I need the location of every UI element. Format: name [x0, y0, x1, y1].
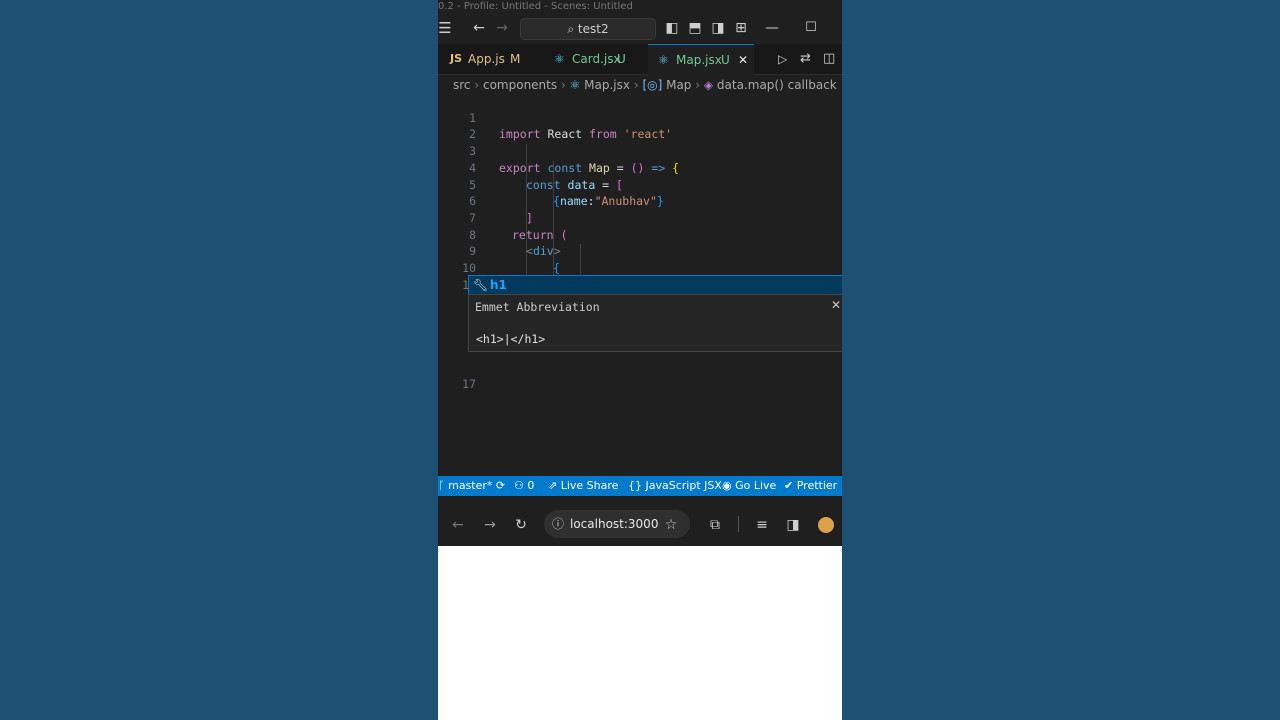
- suggestion-label: h1: [490, 278, 507, 292]
- react-file-icon: ⚛: [554, 52, 565, 66]
- chevron-right-icon: ›: [695, 78, 704, 92]
- breadcrumb-symbol[interactable]: Map: [666, 78, 691, 92]
- go-live-button[interactable]: ◉ Go Live: [722, 476, 776, 496]
- menu-icon[interactable]: ☰: [438, 14, 456, 42]
- code-line: 9 {: [438, 227, 842, 275]
- code-line: 10 data.map((user)=>{: [438, 243, 842, 293]
- toggle-panel-icon[interactable]: ⬒: [684, 14, 706, 42]
- status-bar: ᚴ master* ⟳ ⚇ 0 ⇗ Live Share {} JavaScri…: [438, 476, 842, 496]
- reading-list-icon[interactable]: ≡: [752, 500, 772, 550]
- live-share-icon: ⇗: [548, 479, 561, 492]
- maximize-icon[interactable]: ☐: [800, 14, 822, 42]
- broadcast-icon: ◉: [722, 479, 736, 492]
- side-panel-icon[interactable]: ◨: [783, 500, 803, 550]
- live-share-label: Live Share: [560, 479, 619, 492]
- method-symbol-icon: ◈: [703, 78, 717, 92]
- double-check-icon: ✔: [784, 479, 797, 492]
- wrench-icon: 🔧︎: [473, 278, 489, 292]
- chevron-right-icon: ›: [474, 78, 483, 92]
- bookmark-star-icon[interactable]: ☆: [661, 500, 681, 550]
- search-icon: ⌕: [567, 22, 578, 36]
- window-caption: 0.2 - Profile: Untitled - Scenes: Untitl…: [438, 1, 633, 12]
- back-arrow-icon[interactable]: ←: [448, 500, 468, 550]
- ports-indicator[interactable]: ⚇ 0: [514, 476, 534, 496]
- code-line: 4 const data = [: [438, 143, 842, 192]
- code-line: 1 import React from 'react': [438, 93, 842, 142]
- prettier-label: Prettier: [796, 479, 838, 492]
- background-left: [0, 0, 438, 720]
- toolbar-divider: [738, 516, 739, 532]
- command-center-search[interactable]: ⌕ test2: [520, 18, 656, 40]
- screen-capture: 0.2 - Profile: Untitled - Scenes: Untitl…: [438, 0, 842, 720]
- url-text: localhost:3000: [570, 517, 659, 531]
- browser-toolbar: ← → ↻ ⓘ localhost:3000 ☆ ⧉ ≡ ◨: [438, 500, 842, 546]
- code-line: 3 export const Map = () => {: [438, 126, 842, 175]
- git-status-badge: M: [510, 52, 521, 66]
- suggestion-item[interactable]: 🔧︎ h1: [468, 275, 842, 295]
- avatar[interactable]: [818, 517, 834, 533]
- breadcrumb-callback[interactable]: data.map() callback: [717, 78, 837, 92]
- branch-icon: ᚴ: [438, 479, 449, 492]
- language-mode[interactable]: {} JavaScript JSX: [628, 476, 722, 496]
- open-changes-icon[interactable]: ⇄: [800, 44, 811, 74]
- reload-icon[interactable]: ↻: [511, 500, 531, 550]
- code-line: 6 ]: [438, 177, 842, 225]
- git-status-badge: U: [617, 52, 626, 66]
- breadcrumb: src › components › ⚛ Map.jsx › [◎] Map ›…: [438, 76, 842, 94]
- browser-page-content: [438, 546, 842, 720]
- background-right: [842, 0, 1280, 720]
- forward-arrow-icon[interactable]: →: [491, 14, 513, 42]
- javascript-file-icon: JS: [450, 52, 463, 65]
- toggle-secondary-sidebar-icon[interactable]: ◨: [707, 14, 729, 42]
- react-file-icon: ⚛: [569, 78, 585, 92]
- titlebar: ☰ ← → ⌕ test2 ◧ ⬒ ◨ ⊞ — ☐: [438, 14, 842, 42]
- minimize-icon[interactable]: —: [761, 14, 783, 42]
- prettier-status[interactable]: ✔ Prettier: [784, 476, 837, 496]
- tab-card-jsx[interactable]: ⚛ Card.jsx U: [542, 44, 648, 74]
- breadcrumb-file[interactable]: Map.jsx: [584, 78, 630, 92]
- line-number: 17: [462, 376, 476, 391]
- details-preview: <h1>|</h1>: [476, 332, 546, 346]
- forward-arrow-icon[interactable]: →: [480, 500, 500, 550]
- tab-label: Map.jsx: [676, 53, 722, 67]
- close-icon[interactable]: ✕: [738, 45, 748, 75]
- details-title: Emmet Abbreviation: [475, 300, 600, 314]
- ports-count: 0: [527, 479, 535, 492]
- tab-map-jsx[interactable]: ⚛ Map.jsx U ✕: [648, 44, 754, 75]
- tab-app-js[interactable]: JS App.js M: [438, 44, 542, 74]
- code-line: 17: [438, 359, 842, 391]
- tab-label: App.js: [468, 52, 505, 66]
- split-editor-icon[interactable]: ◫: [823, 44, 835, 74]
- code-line: 5 {name:"Anubhav"}: [438, 160, 842, 209]
- live-share-button[interactable]: ⇗ Live Share: [548, 476, 618, 496]
- braces-icon: {}: [628, 479, 646, 492]
- customize-layout-icon[interactable]: ⊞: [730, 14, 752, 42]
- breadcrumb-components[interactable]: components: [483, 78, 557, 92]
- go-live-label: Go Live: [735, 479, 777, 492]
- suggestion-details: Emmet Abbreviation ✕ <h1>|</h1>: [468, 294, 842, 352]
- breadcrumb-src[interactable]: src: [453, 78, 471, 92]
- git-status-badge: U: [721, 53, 730, 67]
- sync-icon: ⟳: [495, 479, 506, 492]
- language-label: JavaScript JSX: [645, 479, 722, 492]
- tab-label: Card.jsx: [572, 52, 621, 66]
- close-icon[interactable]: ✕: [831, 298, 841, 312]
- toggle-sidebar-icon[interactable]: ◧: [661, 14, 683, 42]
- run-icon[interactable]: ▷: [778, 44, 787, 74]
- variable-symbol-icon: [◎]: [642, 78, 667, 92]
- editor-tabs: JS App.js M ⚛ Card.jsx U ⚛ Map.jsx U ✕ ▷…: [438, 44, 842, 75]
- broadcast-icon: ⚇: [514, 479, 528, 492]
- chevron-right-icon: ›: [560, 78, 570, 92]
- source-control-branch[interactable]: ᚴ master* ⟳: [438, 476, 505, 496]
- branch-label: master*: [448, 479, 493, 492]
- extensions-icon[interactable]: ⧉: [705, 500, 725, 550]
- code-line: 2: [438, 110, 842, 141]
- search-label: test2: [577, 22, 609, 36]
- code-line: 7 return (: [438, 193, 842, 242]
- react-file-icon: ⚛: [658, 53, 669, 67]
- back-arrow-icon[interactable]: ←: [468, 14, 490, 42]
- info-icon: ⓘ: [552, 517, 565, 531]
- code-line: 8 <div>: [438, 210, 842, 259]
